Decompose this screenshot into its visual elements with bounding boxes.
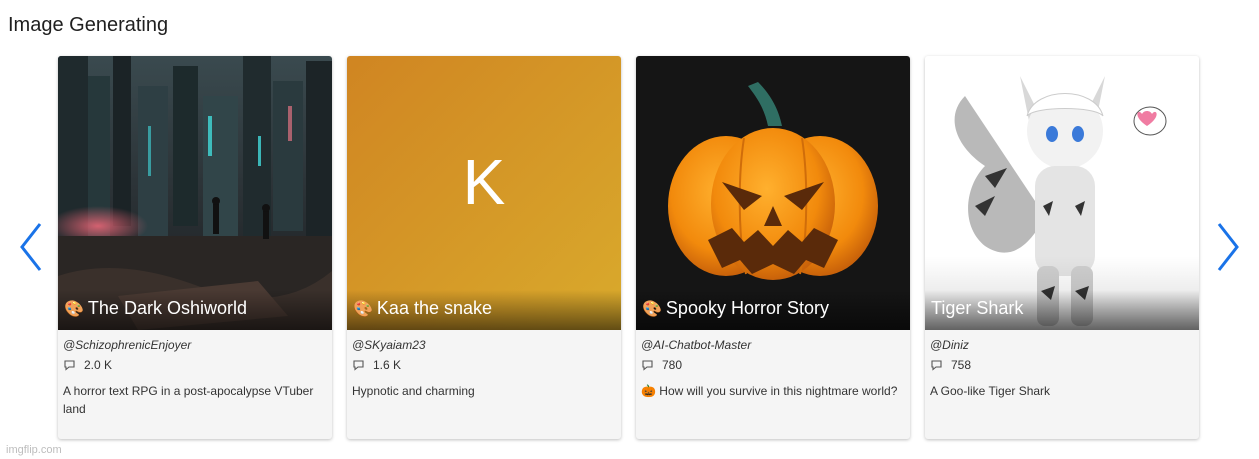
- cyberpunk-city-image: [58, 56, 332, 330]
- chat-bubble-icon: [931, 360, 942, 371]
- card-thumbnail: 🎨 Spooky Horror Story: [636, 56, 910, 330]
- card-description: A horror text RPG in a post-apocalypse V…: [63, 384, 314, 416]
- card-title: 🎨 Spooky Horror Story: [636, 290, 910, 330]
- card-creator[interactable]: @SchizophrenicEnjoyer: [63, 338, 327, 354]
- chat-bubble-icon: [64, 360, 75, 371]
- carousel-next-button[interactable]: [1213, 220, 1243, 274]
- card-title: 🎨 The Dark Oshiworld: [58, 290, 332, 330]
- tiger-shark-character-image: [925, 56, 1199, 330]
- chevron-right-icon: [1217, 223, 1239, 271]
- avatar-letter: K: [463, 146, 506, 218]
- chevron-left-icon: [20, 223, 42, 271]
- watermark: imgflip.com: [6, 444, 62, 456]
- card-description: A Goo-like Tiger Shark: [930, 384, 1051, 398]
- card-creator[interactable]: @AI-Chatbot-Master: [641, 338, 905, 354]
- card-thumbnail: Tiger Shark: [925, 56, 1199, 330]
- card-title: Tiger Shark: [925, 290, 1199, 330]
- jack-o-lantern-image: [636, 56, 910, 330]
- section-title: Image Generating: [8, 14, 169, 36]
- card-title: 🎨 Kaa the snake: [347, 290, 621, 330]
- character-card[interactable]: 🎨 The Dark Oshiworld @SchizophrenicEnjoye…: [58, 56, 332, 439]
- card-description: 🎃 How will you survive in this nightmare…: [641, 384, 898, 398]
- carousel-prev-button[interactable]: [16, 220, 46, 274]
- character-card[interactable]: K 🎨 Kaa the snake @SKyaiam23 1.6 K Hypnot…: [347, 56, 621, 439]
- palette-icon: 🎨: [353, 299, 373, 318]
- character-card[interactable]: Tiger Shark @Diniz 758 A Goo-like Tiger …: [925, 56, 1199, 439]
- card-thumbnail: 🎨 The Dark Oshiworld: [58, 56, 332, 330]
- card-thumbnail: K 🎨 Kaa the snake: [347, 56, 621, 330]
- palette-icon: 🎨: [642, 299, 662, 318]
- letter-avatar-image: K: [347, 56, 621, 330]
- palette-icon: 🎨: [64, 299, 84, 318]
- chat-bubble-icon: [642, 360, 653, 371]
- chat-bubble-icon: [353, 360, 364, 371]
- card-chat-count: 780: [641, 356, 905, 374]
- character-card[interactable]: 🎨 Spooky Horror Story @AI-Chatbot-Master …: [636, 56, 910, 439]
- card-description: Hypnotic and charming: [352, 384, 475, 398]
- card-chat-count: 2.0 K: [63, 356, 327, 374]
- card-creator[interactable]: @SKyaiam23: [352, 338, 616, 354]
- card-chat-count: 758: [930, 356, 1194, 374]
- card-chat-count: 1.6 K: [352, 356, 616, 374]
- card-creator[interactable]: @Diniz: [930, 338, 1194, 354]
